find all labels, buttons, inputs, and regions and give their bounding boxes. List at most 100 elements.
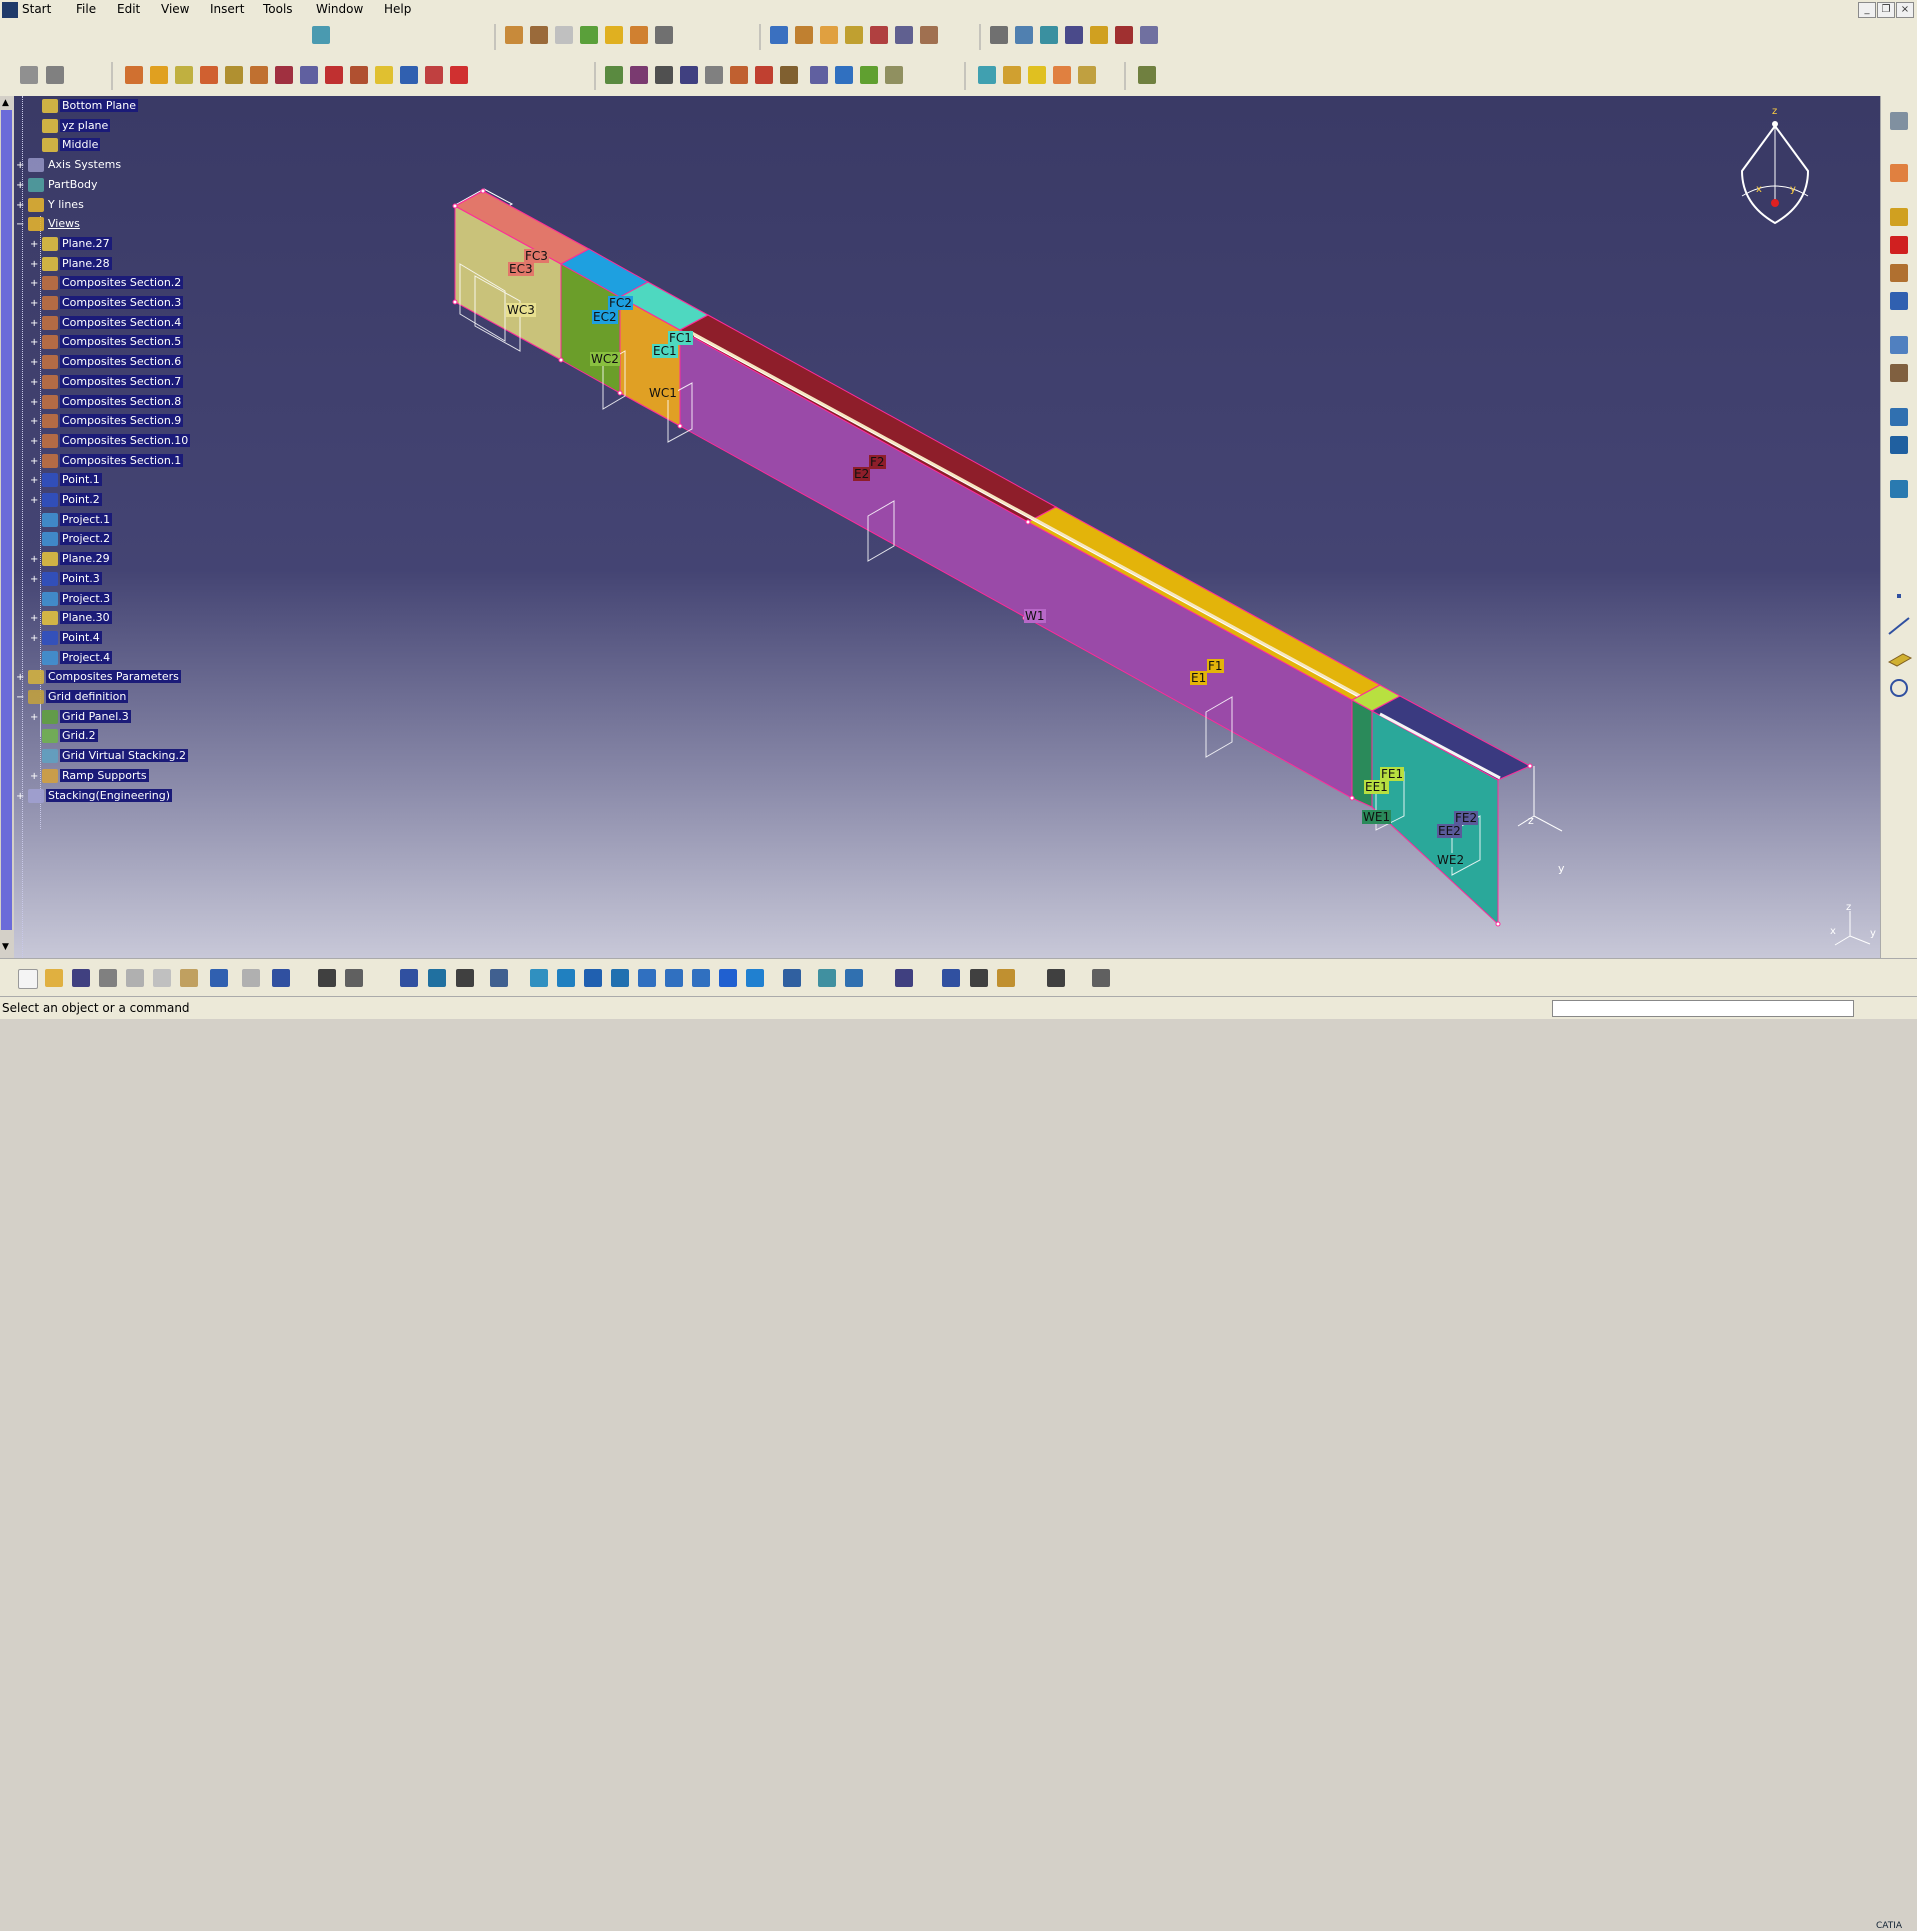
offset-icon[interactable] <box>630 66 648 84</box>
scroll-up-arrow[interactable]: ▲ <box>2 98 9 108</box>
tree-expander[interactable]: + <box>30 318 39 328</box>
tree-expander[interactable]: + <box>30 456 39 466</box>
print-icon[interactable] <box>99 969 117 987</box>
numerical-analysis-icon[interactable] <box>845 26 863 44</box>
sequence-icon[interactable] <box>200 66 218 84</box>
stack-icon[interactable] <box>1115 26 1133 44</box>
plies-group-icon[interactable] <box>530 26 548 44</box>
tree-expander[interactable]: + <box>30 771 39 781</box>
rectangle-icon[interactable] <box>1890 236 1908 254</box>
tree-expander[interactable] <box>30 732 39 741</box>
menu-file[interactable]: File <box>76 2 96 16</box>
restore-button[interactable]: ❐ <box>1877 2 1895 18</box>
menu-window[interactable]: Window <box>316 2 363 16</box>
normal-view-icon[interactable] <box>692 969 710 987</box>
select-icon[interactable] <box>1890 164 1908 182</box>
capture-icon[interactable] <box>895 969 913 987</box>
tree-expander[interactable]: + <box>30 614 39 624</box>
export-icon[interactable] <box>425 66 443 84</box>
update-icon[interactable] <box>20 66 38 84</box>
limit-contour-icon[interactable] <box>605 26 623 44</box>
zone-icon[interactable] <box>580 26 598 44</box>
ply-table-icon[interactable] <box>795 26 813 44</box>
tree-expander[interactable] <box>30 141 39 150</box>
formula-icon[interactable] <box>318 969 336 987</box>
swap-visible-space-icon[interactable] <box>845 969 863 987</box>
minimize-button[interactable]: _ <box>1858 2 1876 18</box>
measure-inertia-icon[interactable] <box>942 969 960 987</box>
tree-expander[interactable]: − <box>16 693 25 703</box>
pan-icon[interactable] <box>584 969 602 987</box>
axis-icon[interactable] <box>1890 436 1908 454</box>
whats-this-icon[interactable] <box>272 969 290 987</box>
tree-expander[interactable] <box>30 516 39 525</box>
measure-between-icon[interactable] <box>1890 364 1908 382</box>
multi-view-icon[interactable] <box>719 969 737 987</box>
command-input[interactable] <box>1552 1000 1854 1017</box>
intersection-icon[interactable] <box>730 66 748 84</box>
scrollbar-thumb[interactable] <box>1 110 12 930</box>
flatten-icon[interactable] <box>978 66 996 84</box>
rosette-icon[interactable] <box>870 26 888 44</box>
tree-expander[interactable]: + <box>30 239 39 249</box>
edge-icon[interactable] <box>375 66 393 84</box>
iso-view-icon[interactable] <box>746 969 764 987</box>
cut-icon[interactable] <box>250 66 268 84</box>
paste-icon[interactable] <box>180 969 198 987</box>
composites-design-icon[interactable] <box>312 26 330 44</box>
tree-scrollbar[interactable]: ▲ ▼ <box>0 96 14 958</box>
polyline-icon[interactable] <box>810 66 828 84</box>
tree-expander[interactable]: + <box>30 377 39 387</box>
parallel-curve-icon[interactable] <box>780 66 798 84</box>
ply-book-icon[interactable] <box>1078 66 1096 84</box>
tree-expander[interactable] <box>30 752 39 761</box>
cut-scissors-icon[interactable] <box>126 969 144 987</box>
split-icon[interactable] <box>325 66 343 84</box>
tree-expander[interactable]: + <box>30 259 39 269</box>
measure-icon[interactable] <box>1138 66 1156 84</box>
pad-icon[interactable] <box>1890 264 1908 282</box>
drop-off-icon[interactable] <box>655 26 673 44</box>
bottle-icon[interactable] <box>997 969 1015 987</box>
tree-expander[interactable]: + <box>30 712 39 722</box>
copy-icon[interactable] <box>153 969 171 987</box>
hide-show-icon[interactable] <box>818 969 836 987</box>
grid-panel-icon[interactable] <box>125 66 143 84</box>
save-icon[interactable] <box>72 969 90 987</box>
camera-icon[interactable] <box>1047 969 1065 987</box>
grid-icon[interactable] <box>1015 26 1033 44</box>
sketch-icon[interactable] <box>990 26 1008 44</box>
home-icon[interactable] <box>400 66 418 84</box>
producibility-icon[interactable] <box>920 26 938 44</box>
redo-icon[interactable] <box>242 969 260 987</box>
tools-palette-icon[interactable] <box>456 969 474 987</box>
ruler-icon[interactable] <box>1092 969 1110 987</box>
catalog-icon[interactable] <box>1890 480 1908 498</box>
fit-all-icon[interactable] <box>557 969 575 987</box>
analysis-icon[interactable] <box>490 969 508 987</box>
tree-expander[interactable]: − <box>16 220 25 230</box>
extrude-icon[interactable] <box>605 66 623 84</box>
sketcher-icon[interactable] <box>1890 208 1908 226</box>
swap-icon[interactable] <box>350 66 368 84</box>
tree-expander[interactable]: + <box>30 555 39 565</box>
ramp-icon[interactable] <box>175 66 193 84</box>
tree-expander[interactable]: + <box>16 791 25 801</box>
tree-expander[interactable]: + <box>30 574 39 584</box>
close-button[interactable]: × <box>1896 2 1914 18</box>
surface-icon[interactable] <box>1040 26 1058 44</box>
grid-view-icon[interactable] <box>400 969 418 987</box>
material-icon[interactable] <box>1003 66 1021 84</box>
tree-expander[interactable]: + <box>30 397 39 407</box>
point-tool-icon[interactable] <box>1897 594 1901 598</box>
corner-icon[interactable] <box>885 66 903 84</box>
projection-icon[interactable] <box>755 66 773 84</box>
zoom-in-icon[interactable] <box>638 969 656 987</box>
tree-expander[interactable]: + <box>30 436 39 446</box>
menu-edit[interactable]: Edit <box>117 2 140 16</box>
spline-icon[interactable] <box>835 66 853 84</box>
knowledge-icon[interactable] <box>345 969 363 987</box>
create-plies-icon[interactable] <box>505 26 523 44</box>
undo-icon[interactable] <box>210 969 228 987</box>
layers-icon[interactable] <box>1090 26 1108 44</box>
